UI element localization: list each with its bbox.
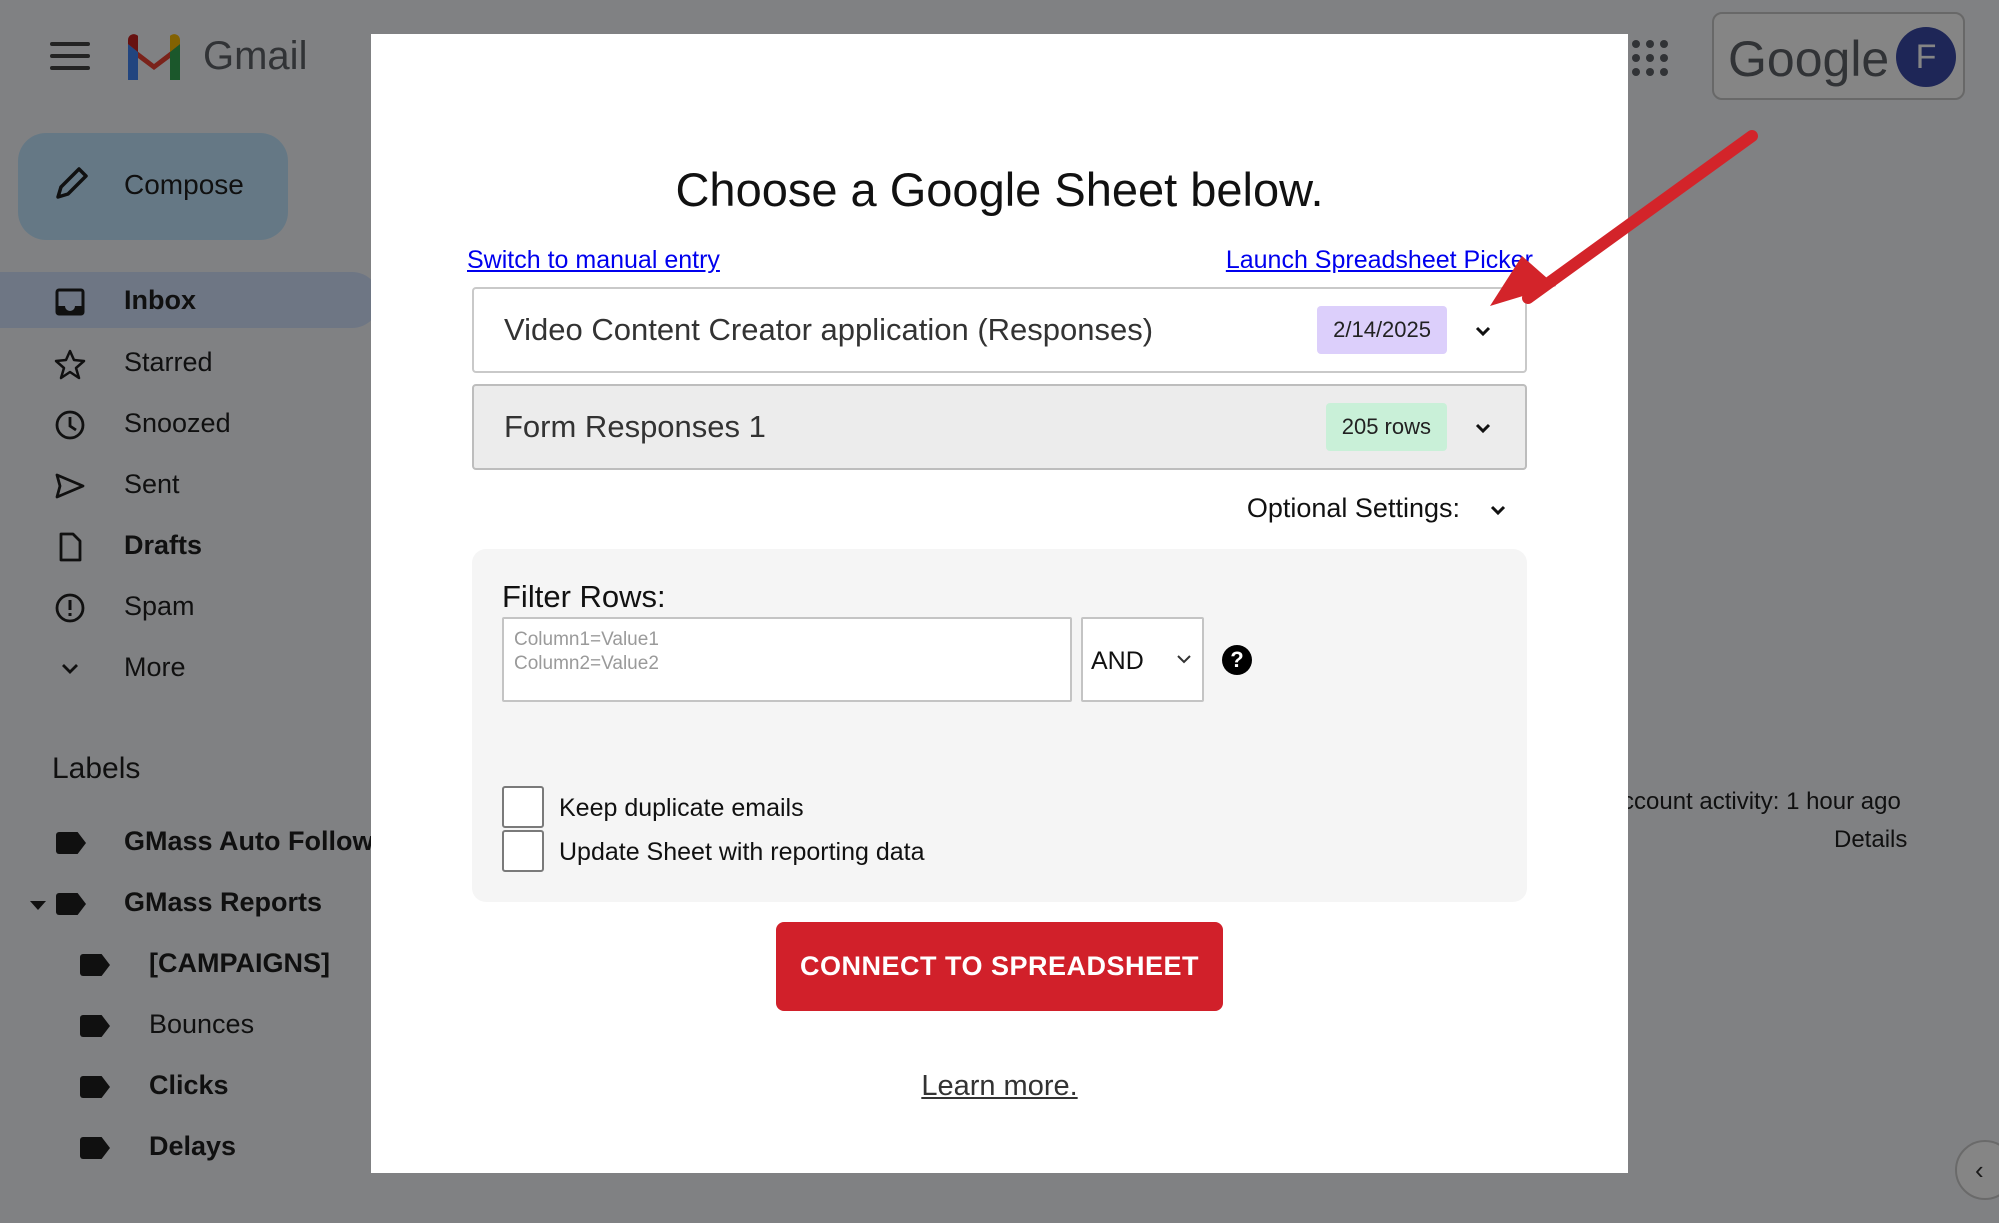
filter-placeholder-line: Column1=Value1 xyxy=(514,629,659,650)
keep-duplicates-checkbox[interactable] xyxy=(502,786,544,828)
worksheet-select[interactable]: Form Responses 1 205 rows xyxy=(472,384,1527,470)
filter-rows-input[interactable]: Column1=Value1 Column2=Value2 xyxy=(502,617,1072,702)
filter-operator-value: AND xyxy=(1091,647,1144,675)
learn-more-row: Learn more. xyxy=(371,1070,1628,1103)
update-sheet-label: Update Sheet with reporting data xyxy=(559,838,925,866)
chevron-down-icon xyxy=(1475,423,1491,434)
dialog-title: Choose a Google Sheet below. xyxy=(675,163,1324,216)
connect-to-spreadsheet-button[interactable]: CONNECT TO SPREADSHEET xyxy=(776,922,1223,1011)
filter-operator-select[interactable]: AND xyxy=(1081,617,1204,702)
optional-settings-toggle[interactable]: Optional Settings: xyxy=(1247,493,1460,524)
chevron-down-icon xyxy=(1475,326,1491,337)
connect-sheet-dialog: Choose a Google Sheet below. Switch to m… xyxy=(371,34,1628,1173)
chevron-down-icon[interactable] xyxy=(1490,502,1506,518)
switch-to-manual-link[interactable]: Switch to manual entry xyxy=(467,246,720,275)
filter-placeholder-line: Column2=Value2 xyxy=(514,653,659,674)
optional-settings-panel: Filter Rows: Column1=Value1 Column2=Valu… xyxy=(472,549,1527,902)
keep-duplicates-label: Keep duplicate emails xyxy=(559,794,804,822)
chevron-down-icon xyxy=(1177,655,1191,664)
filter-rows-label: Filter Rows: xyxy=(502,579,666,614)
worksheet-select-value: Form Responses 1 xyxy=(504,409,766,444)
sheet-select[interactable]: Video Content Creator application (Respo… xyxy=(472,287,1527,373)
sheet-date-badge: 2/14/2025 xyxy=(1317,306,1447,354)
sheet-select-value: Video Content Creator application (Respo… xyxy=(504,312,1154,347)
row-count-badge: 205 rows xyxy=(1325,403,1447,451)
learn-more-link[interactable]: Learn more. xyxy=(921,1070,1077,1102)
update-sheet-checkbox[interactable] xyxy=(502,830,544,872)
annotation-arrow-icon xyxy=(1490,130,1758,306)
help-icon[interactable]: ? xyxy=(1222,645,1252,675)
